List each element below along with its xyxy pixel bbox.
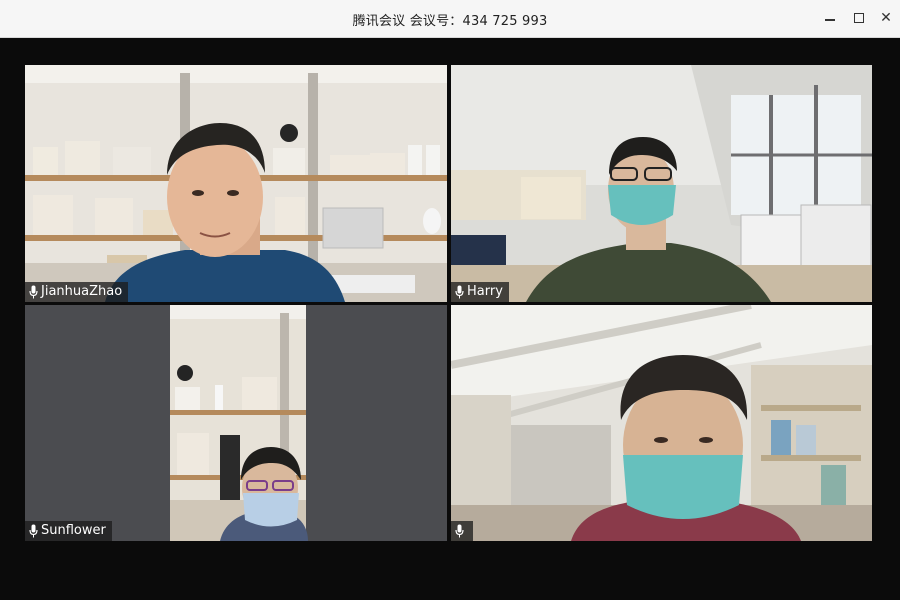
video-tile-jianhuazhao[interactable]: JianhuaZhao xyxy=(25,65,447,302)
video-feed xyxy=(170,305,308,541)
participant-name: Sunflower xyxy=(41,523,106,538)
window-title: 腾讯会议 会议号：434 725 993 xyxy=(352,14,548,29)
participant-name-tag: Harry xyxy=(451,282,509,302)
close-button[interactable]: ✕ xyxy=(874,6,898,30)
video-feed xyxy=(451,65,872,302)
maximize-button[interactable] xyxy=(847,6,871,30)
participant-name: JianhuaZhao xyxy=(41,284,123,299)
close-icon: ✕ xyxy=(880,10,892,26)
participant-name: Harry xyxy=(467,284,503,299)
mic-icon xyxy=(455,524,464,538)
mic-icon xyxy=(29,285,38,299)
video-tile-sunflower[interactable]: Sunflower xyxy=(25,305,447,541)
mic-icon xyxy=(29,524,38,538)
participant-name-tag xyxy=(451,521,473,541)
video-tile-harry[interactable]: Harry xyxy=(451,65,872,302)
video-feed xyxy=(25,65,447,302)
participant-name-tag: JianhuaZhao xyxy=(25,282,129,302)
video-tile-participant-4[interactable] xyxy=(451,305,872,541)
video-grid: JianhuaZhao Harry Sunflower xyxy=(0,38,900,600)
mic-icon xyxy=(455,285,464,299)
minimize-button[interactable] xyxy=(818,6,842,30)
video-feed xyxy=(451,305,872,541)
participant-name-tag: Sunflower xyxy=(25,521,112,541)
title-bar: 腾讯会议 会议号：434 725 993 ✕ xyxy=(0,0,900,38)
minimize-icon xyxy=(825,19,835,21)
maximize-icon xyxy=(854,13,864,23)
